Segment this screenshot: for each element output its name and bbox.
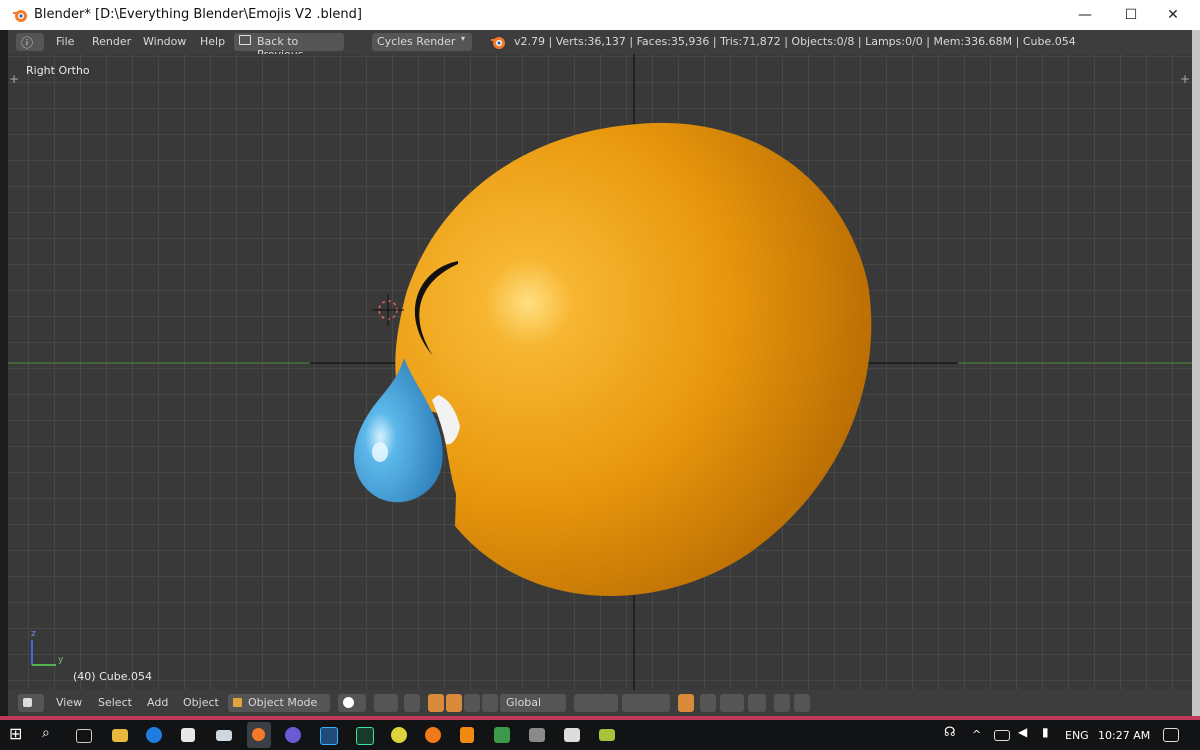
firefox-icon[interactable] bbox=[425, 727, 441, 743]
object-mode-cube-icon bbox=[233, 698, 242, 707]
transform-orientation-label: Global bbox=[506, 696, 542, 709]
obs-icon[interactable] bbox=[285, 727, 301, 743]
translate-manipulator-button[interactable] bbox=[428, 694, 444, 712]
maximize-button[interactable]: ☐ bbox=[1108, 0, 1154, 30]
photoshop-icon[interactable] bbox=[320, 727, 338, 745]
back-to-previous-button[interactable]: Back to Previous bbox=[234, 33, 344, 61]
viewport-corner-plus: + bbox=[9, 72, 19, 86]
editor-type-button[interactable]: ⓘ bbox=[16, 33, 44, 51]
transform-orientation-dropdown[interactable]: Global bbox=[500, 694, 566, 712]
people-icon[interactable]: ☊ bbox=[944, 725, 964, 745]
edge-browser-icon[interactable] bbox=[146, 727, 162, 743]
vlc-icon[interactable] bbox=[460, 727, 474, 743]
render-engine-label: Cycles Render bbox=[377, 35, 456, 48]
cube-editor-icon bbox=[23, 698, 32, 707]
3d-viewport[interactable]: + + Right Ortho z y (40) Cube.054 bbox=[8, 54, 1192, 690]
file-explorer-icon[interactable] bbox=[112, 729, 128, 742]
3d-view-header: View Select Add Object Object Mode Globa… bbox=[8, 690, 1192, 716]
solid-shading-icon bbox=[343, 697, 354, 708]
info-icon: ⓘ bbox=[21, 36, 34, 50]
blender-logo-icon bbox=[491, 37, 505, 49]
menu-object[interactable]: Object bbox=[183, 696, 219, 709]
close-button[interactable]: ✕ bbox=[1150, 0, 1196, 30]
scene-layers-right[interactable] bbox=[622, 694, 670, 712]
start-windows-icon[interactable]: ⊞ bbox=[9, 724, 29, 744]
show-hidden-icons-chevron-icon[interactable]: ^ bbox=[972, 728, 992, 748]
viewport-shading-dropdown[interactable] bbox=[338, 694, 366, 712]
gizmo-z-label: z bbox=[31, 629, 36, 639]
view-name-label: Right Ortho bbox=[26, 64, 90, 77]
rotate-manipulator-button[interactable] bbox=[446, 694, 462, 712]
mail-icon[interactable] bbox=[216, 730, 232, 741]
action-center-icon[interactable] bbox=[1163, 728, 1179, 742]
blender-taskbar-icon[interactable] bbox=[247, 722, 271, 748]
3d-cursor bbox=[372, 294, 404, 326]
back-arrow-icon bbox=[239, 35, 251, 45]
proportional-editing-button[interactable] bbox=[700, 694, 716, 712]
pivot-point-button[interactable] bbox=[374, 694, 398, 712]
audition-icon[interactable] bbox=[356, 727, 374, 745]
window-titlebar: Blender* [D:\Everything Blender\Emojis V… bbox=[0, 0, 1200, 30]
viewport-scene: + + bbox=[8, 54, 1192, 690]
task-view-icon[interactable] bbox=[76, 729, 92, 743]
chrome-icon[interactable] bbox=[391, 727, 407, 743]
app-lime-icon[interactable] bbox=[599, 729, 615, 741]
editor-type-button[interactable] bbox=[18, 694, 44, 712]
menu-add[interactable]: Add bbox=[147, 696, 168, 709]
app-gray-icon[interactable] bbox=[529, 728, 545, 742]
store-icon[interactable] bbox=[181, 728, 195, 742]
window-title: Blender* [D:\Everything Blender\Emojis V… bbox=[34, 7, 362, 22]
snap-element-dropdown[interactable] bbox=[748, 694, 766, 712]
windows-taskbar: ⊞ ⌕ ☊ ^ ◀ ▮ ENG 10:27 AM bbox=[0, 720, 1200, 750]
photos-icon[interactable] bbox=[564, 728, 580, 742]
menu-select[interactable]: Select bbox=[98, 696, 132, 709]
battery-icon[interactable] bbox=[994, 730, 1010, 741]
scene-statistics: v2.79 | Verts:36,137 | Faces:35,936 | Tr… bbox=[514, 35, 1076, 48]
volume-icon[interactable]: ◀ bbox=[1018, 725, 1038, 745]
language-indicator[interactable]: ENG bbox=[1065, 729, 1089, 742]
snap-toggle-button[interactable] bbox=[720, 694, 744, 712]
background-window-strip bbox=[0, 30, 8, 720]
menu-render[interactable]: Render bbox=[92, 35, 131, 48]
manipulator-space-button[interactable] bbox=[482, 694, 498, 712]
opengl-render-animation-button[interactable] bbox=[794, 694, 810, 712]
search-icon[interactable]: ⌕ bbox=[42, 725, 62, 745]
window-scrollbar[interactable] bbox=[1192, 30, 1200, 720]
opengl-render-image-button[interactable] bbox=[774, 694, 790, 712]
scale-manipulator-button[interactable] bbox=[464, 694, 480, 712]
layer-lock-button[interactable] bbox=[678, 694, 694, 712]
viewport-corner-plus: + bbox=[1180, 72, 1190, 86]
interaction-mode-dropdown[interactable]: Object Mode bbox=[228, 694, 330, 712]
render-engine-dropdown[interactable]: Cycles Render ▾ bbox=[372, 33, 472, 51]
interaction-mode-label: Object Mode bbox=[248, 696, 318, 709]
menu-view[interactable]: View bbox=[56, 696, 82, 709]
clock[interactable]: 10:27 AM bbox=[1098, 729, 1150, 742]
blender-logo-icon bbox=[13, 10, 27, 22]
app-green-icon[interactable] bbox=[494, 727, 510, 743]
manipulator-toggle[interactable] bbox=[404, 694, 420, 712]
menu-help[interactable]: Help bbox=[200, 35, 225, 48]
info-header: ⓘ File Render Window Help Back to Previo… bbox=[8, 30, 1192, 61]
emoji-face-mesh bbox=[395, 122, 872, 596]
network-icon[interactable]: ▮ bbox=[1042, 725, 1062, 745]
gizmo-y-label: y bbox=[58, 655, 64, 665]
minimize-button[interactable]: — bbox=[1062, 0, 1108, 30]
dropdown-arrows-icon: ▾ bbox=[461, 34, 466, 43]
active-object-label: (40) Cube.054 bbox=[73, 670, 152, 683]
scene-layers-left[interactable] bbox=[574, 694, 618, 712]
menu-window[interactable]: Window bbox=[143, 35, 186, 48]
menu-file[interactable]: File bbox=[56, 35, 74, 48]
